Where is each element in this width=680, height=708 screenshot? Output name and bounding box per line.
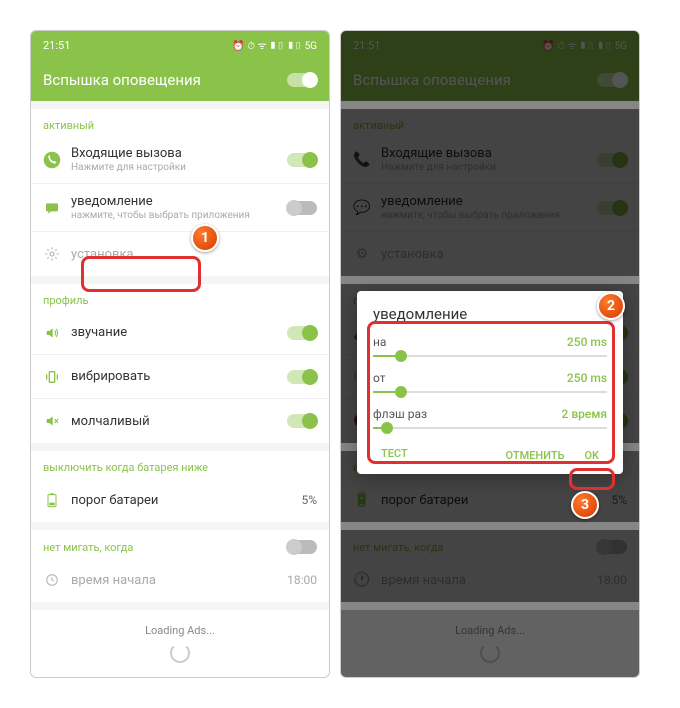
status-time: 21:51: [43, 39, 70, 52]
slider-times-val: 2 время: [562, 407, 607, 421]
battery-icon: [43, 491, 61, 509]
slider-on-label: на: [373, 335, 386, 349]
phone-right: 21:51 ⏰ ⏱ ᯤ ▮▯ ▮▯ 5G Вспышка оповещения …: [340, 30, 640, 678]
slider-off[interactable]: [373, 391, 607, 393]
section-active: активный Входящие вызова Нажмите для нас…: [31, 109, 329, 276]
ok-button[interactable]: OK: [576, 445, 607, 466]
slider-on-val: 250 ms: [567, 335, 607, 349]
row-setup[interactable]: установка: [31, 232, 329, 276]
section-active-label: активный: [31, 109, 329, 136]
section-noflash-label: нет мигать, когда: [43, 541, 133, 554]
annotation-badge-2: 2: [597, 292, 625, 320]
section-profile-label: профиль: [31, 284, 329, 311]
vibrate-toggle[interactable]: [287, 370, 317, 384]
modal-title: уведомление: [373, 305, 607, 323]
row-threshold[interactable]: порог батареи 5%: [31, 478, 329, 522]
sound-toggle[interactable]: [287, 326, 317, 340]
modal-actions: тест ОТМЕНИТЬ OK: [373, 443, 607, 464]
clock-icon: [43, 571, 61, 589]
master-toggle[interactable]: [287, 73, 317, 87]
row-notif[interactable]: уведомление нажмите, чтобы выбрать прило…: [31, 184, 329, 232]
ads-label: Loading Ads...: [145, 624, 215, 637]
notif-toggle[interactable]: [287, 201, 317, 215]
row-start[interactable]: время начала 18:00: [31, 558, 329, 602]
status-icons: ⏰ ⏱ ᯤ ▮▯ ▮▯ 5G: [232, 38, 317, 52]
row-setup-label: установка: [71, 247, 317, 262]
slider-times[interactable]: [373, 427, 607, 429]
row-silent-label: молчаливый: [71, 414, 277, 429]
row-silent[interactable]: молчаливый: [31, 399, 329, 443]
row-start-label: время начала: [71, 573, 277, 588]
row-vibrate[interactable]: вибрировать: [31, 355, 329, 399]
section-noflash: нет мигать, когда время начала 18:00: [31, 530, 329, 602]
silent-toggle[interactable]: [287, 414, 317, 428]
notification-modal: уведомление на 250 ms от 250 ms флэш раз 2 …: [357, 291, 623, 474]
row-sound[interactable]: звучание: [31, 311, 329, 355]
slider-on[interactable]: [373, 355, 607, 357]
slider-times-label: флэш раз: [373, 407, 427, 421]
phone-left: 21:51 ⏰ ⏱ ᯤ ▮▯ ▮▯ 5G Вспышка оповещения …: [30, 30, 330, 678]
section-battery: выключить когда батарея ниже порог батар…: [31, 451, 329, 522]
row-incoming-text: Входящие вызова Нажмите для настройки: [71, 146, 277, 173]
incoming-toggle[interactable]: [287, 153, 317, 167]
section-battery-label: выключить когда батарея ниже: [31, 451, 329, 478]
ads-panel: Loading Ads...: [31, 610, 329, 677]
annotation-badge-1: 1: [191, 224, 219, 252]
row-vibrate-label: вибрировать: [71, 369, 277, 384]
test-button[interactable]: тест: [373, 443, 416, 464]
noflash-toggle[interactable]: [287, 540, 317, 554]
slider-off-val: 250 ms: [567, 371, 607, 385]
row-incoming[interactable]: Входящие вызова Нажмите для настройки: [31, 136, 329, 184]
mute-icon: [43, 412, 61, 430]
sound-icon: [43, 324, 61, 342]
vibrate-icon: [43, 368, 61, 386]
row-threshold-label: порог батареи: [71, 493, 291, 508]
annotation-badge-3: 3: [571, 491, 599, 519]
row-threshold-val: 5%: [301, 493, 317, 507]
chat-icon: [43, 199, 61, 217]
row-sound-label: звучание: [71, 325, 277, 340]
cancel-button[interactable]: ОТМЕНИТЬ: [498, 445, 573, 466]
section-profile: профиль звучание вибрировать молчаливый: [31, 284, 329, 443]
row-start-val: 18:00: [287, 573, 317, 587]
row-notif-text: уведомление нажмите, чтобы выбрать прило…: [71, 194, 277, 221]
app-header: Вспышка оповещения: [31, 59, 329, 101]
slider-off-label: от: [373, 371, 386, 385]
header-title: Вспышка оповещения: [43, 71, 201, 89]
status-bar: 21:51 ⏰ ⏱ ᯤ ▮▯ ▮▯ 5G: [31, 31, 329, 59]
gear-icon: [43, 245, 61, 263]
spinner-icon: [170, 643, 190, 663]
phone-icon: [43, 151, 61, 169]
